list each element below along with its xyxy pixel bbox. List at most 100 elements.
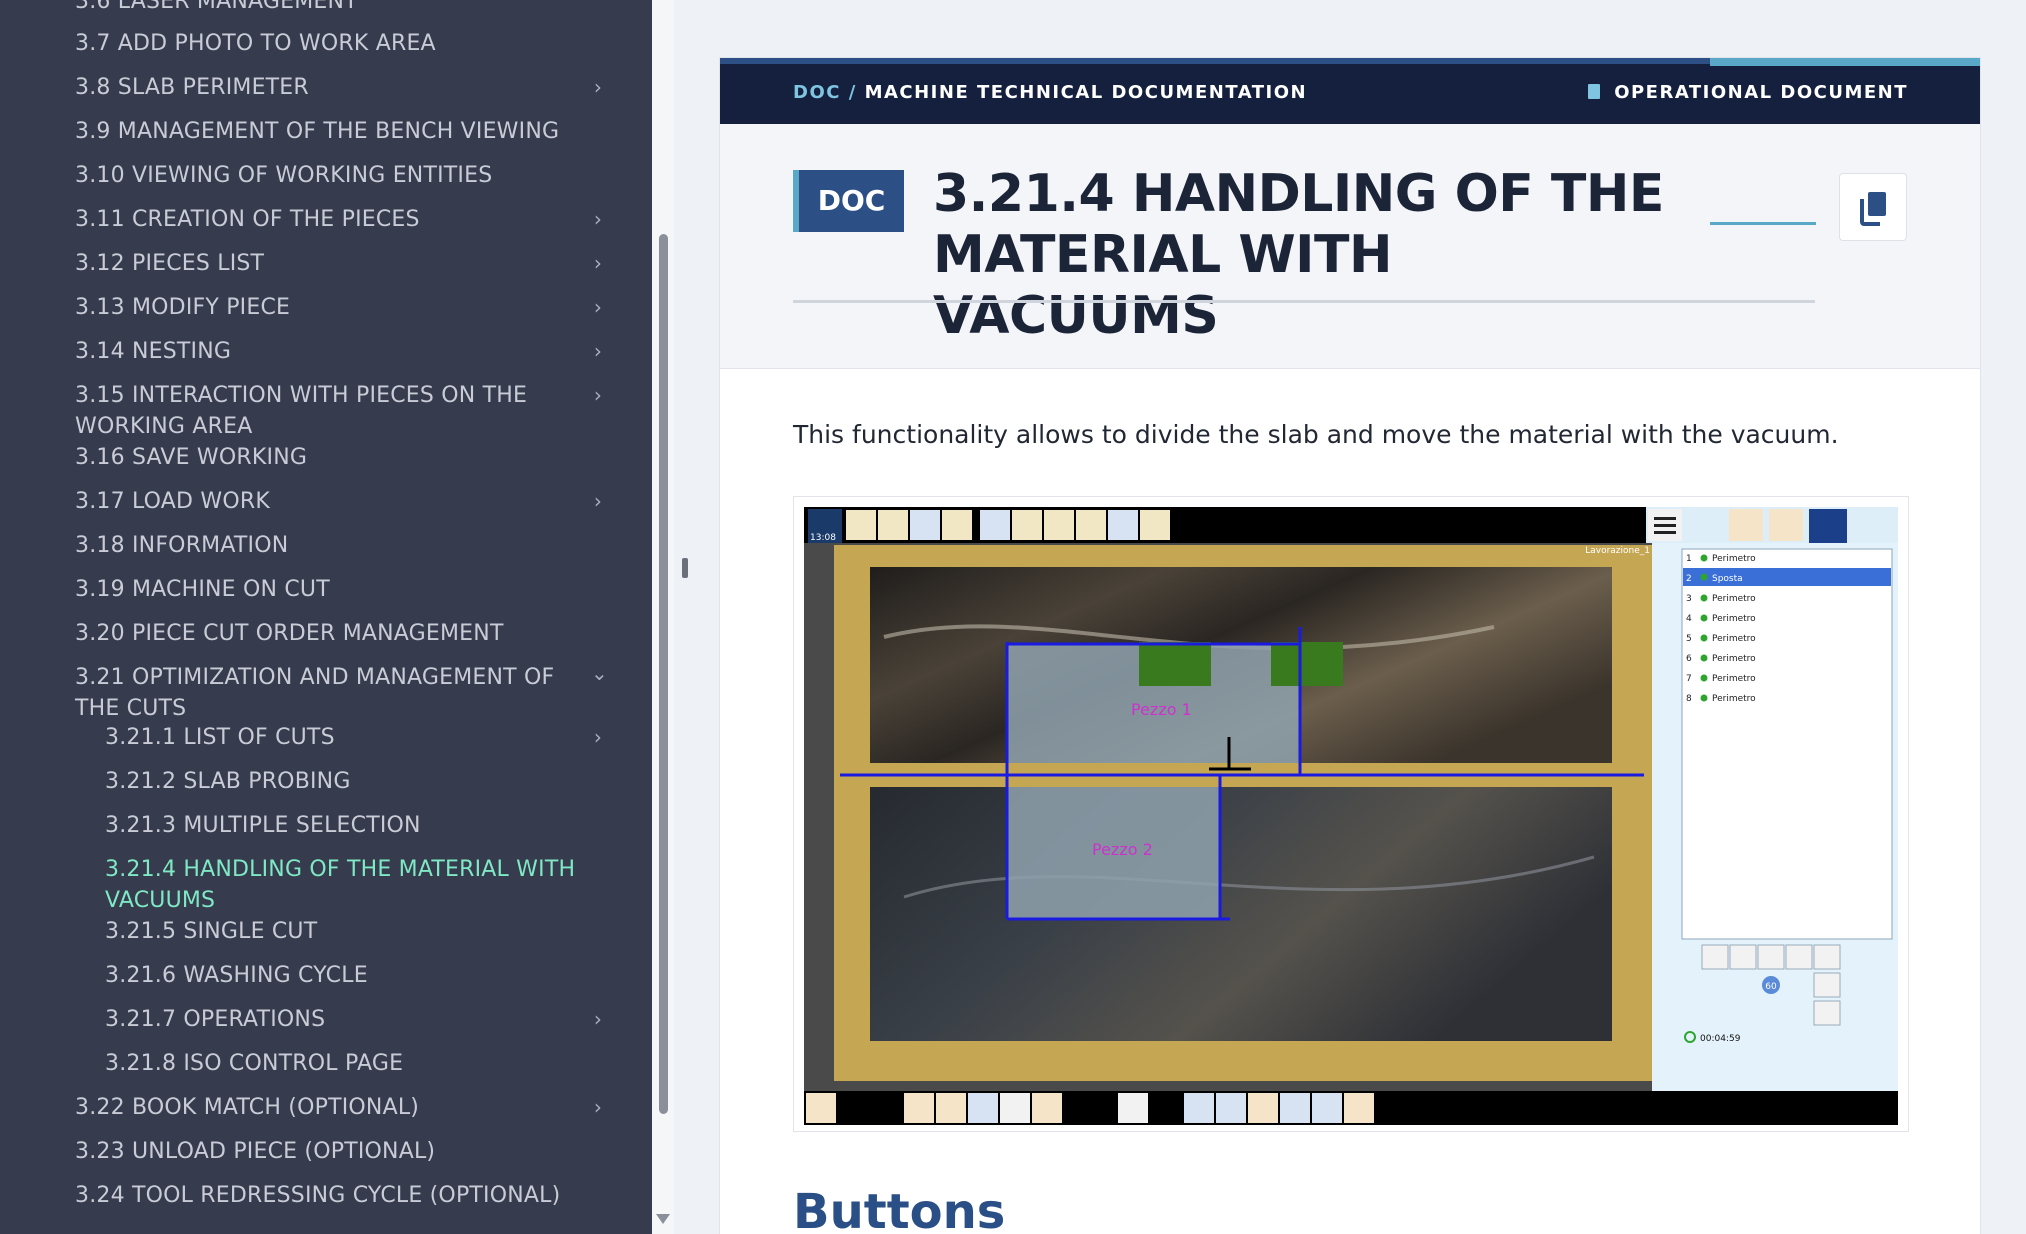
sidebar-item-label: 3.20 PIECE CUT ORDER MANAGEMENT: [75, 621, 504, 646]
machine-ui-screenshot: 13:08 Lavorazione_1 Pezzo 1 Pezzo 2 1 Pe…: [804, 507, 1898, 1125]
sidebar-item[interactable]: 3.21.5 SINGLE CUT: [105, 916, 595, 947]
sidebar-item-label: 3.12 PIECES LIST: [75, 251, 265, 276]
sidebar-item[interactable]: 3.16 SAVE WORKING: [75, 442, 595, 473]
svg-text:7: 7: [1686, 674, 1692, 684]
sidebar-item[interactable]: 3.22 BOOK MATCH (OPTIONAL) ›: [75, 1092, 602, 1123]
sidebar-item-label: 3.11 CREATION OF THE PIECES: [75, 207, 420, 232]
sidebar-item[interactable]: 3.7 ADD PHOTO TO WORK AREA: [75, 28, 595, 59]
breadcrumb-root-link[interactable]: DOC: [793, 82, 841, 103]
machine-screenshot-figure: 13:08 Lavorazione_1 Pezzo 1 Pezzo 2 1 Pe…: [793, 496, 1909, 1132]
doc-header-bar: DOC / MACHINE TECHNICAL DOCUMENTATION OP…: [720, 58, 1980, 124]
chevron-right-icon[interactable]: ›: [591, 248, 605, 279]
sidebar-item[interactable]: 3.14 NESTING ›: [75, 336, 602, 367]
doc-badge: DOC: [793, 170, 904, 232]
svg-text:6: 6: [1686, 654, 1692, 664]
sidebar-item[interactable]: 3.11 CREATION OF THE PIECES ›: [75, 204, 602, 235]
chevron-right-icon[interactable]: ›: [591, 486, 605, 517]
machine-timer: 00:04:59: [1700, 1034, 1741, 1044]
panel-resize-handle[interactable]: [682, 558, 688, 578]
chevron-right-icon[interactable]: ›: [591, 380, 605, 411]
page-title: 3.21.4 HANDLING OF THE MATERIAL WITH VAC…: [933, 164, 1693, 347]
scroll-down-arrow-icon[interactable]: [656, 1214, 670, 1224]
sidebar-item-label: 3.16 SAVE WORKING: [75, 445, 308, 470]
sidebar-item[interactable]: 3.9 MANAGEMENT OF THE BENCH VIEWING: [75, 116, 595, 147]
sidebar-item[interactable]: 3.19 MACHINE ON CUT: [75, 574, 595, 605]
svg-text:Perimetro: Perimetro: [1712, 634, 1756, 644]
svg-text:3: 3: [1686, 594, 1692, 604]
chevron-down-icon[interactable]: ⌄: [591, 658, 608, 689]
svg-text:Perimetro: Perimetro: [1712, 594, 1756, 604]
sidebar-item-label: 3.6 LASER MANAGEMENT: [75, 0, 358, 14]
section-heading-buttons: Buttons: [793, 1184, 1006, 1234]
svg-text:2: 2: [1686, 574, 1692, 584]
sidebar-scrollbar[interactable]: [652, 0, 674, 1234]
sidebar-item-label: 3.13 MODIFY PIECE: [75, 295, 291, 320]
sidebar-item[interactable]: 3.21.7 OPERATIONS ›: [105, 1004, 602, 1035]
document-panel: DOC / MACHINE TECHNICAL DOCUMENTATION OP…: [720, 58, 1980, 1234]
piece-2-label: Pezzo 2: [1092, 840, 1153, 859]
svg-text:5: 5: [1686, 634, 1692, 644]
title-accent-rule: [1710, 222, 1816, 225]
svg-text:Sposta: Sposta: [1712, 574, 1743, 584]
sidebar-item[interactable]: 3.20 PIECE CUT ORDER MANAGEMENT: [75, 618, 595, 649]
sidebar-item-label: 3.24 TOOL REDRESSING CYCLE (OPTIONAL): [75, 1183, 561, 1208]
scrollbar-thumb[interactable]: [659, 234, 668, 1114]
sidebar-item-label: 3.21.6 WASHING CYCLE: [105, 963, 368, 988]
sidebar-item[interactable]: 3.10 VIEWING OF WORKING ENTITIES: [75, 160, 595, 191]
sidebar-item[interactable]: 3.21.3 MULTIPLE SELECTION: [105, 810, 595, 841]
slab-bottom-half: [870, 787, 1612, 1041]
breadcrumb-current: MACHINE TECHNICAL DOCUMENTATION: [864, 82, 1308, 103]
breadcrumb: DOC / MACHINE TECHNICAL DOCUMENTATION: [793, 82, 1307, 103]
piece-1-label: Pezzo 1: [1131, 700, 1192, 719]
sidebar-item[interactable]: 3.21 OPTIMIZATION AND MANAGEMENT OF THE …: [75, 661, 608, 724]
page-title-line2: MATERIAL WITH VACUUMS: [933, 225, 1393, 346]
chevron-right-icon[interactable]: ›: [591, 204, 605, 235]
sidebar-nav: 3.6 LASER MANAGEMENT 3.7 ADD PHOTO TO WOR…: [0, 0, 652, 1234]
chevron-right-icon[interactable]: ›: [591, 292, 605, 323]
sidebar-item-label: 3.21.8 ISO CONTROL PAGE: [105, 1051, 404, 1076]
sidebar-item-label: 3.18 INFORMATION: [75, 533, 289, 558]
sidebar-item-label: 3.21.3 MULTIPLE SELECTION: [105, 813, 421, 838]
sidebar-item-label: 3.22 BOOK MATCH (OPTIONAL): [75, 1095, 420, 1120]
title-divider: [793, 300, 1815, 303]
title-section: DOC 3.21.4 HANDLING OF THE MATERIAL WITH…: [720, 124, 1980, 369]
sidebar-item-label: 3.21.2 SLAB PROBING: [105, 769, 351, 794]
machine-toolbar-icons: [846, 510, 1170, 540]
sidebar-item[interactable]: 3.21.1 LIST OF CUTS ›: [105, 722, 602, 753]
doc-type-label: OPERATIONAL DOCUMENT: [1588, 82, 1908, 103]
sidebar-item[interactable]: 3.17 LOAD WORK ›: [75, 486, 602, 517]
sidebar-item[interactable]: 3.15 INTERACTION WITH PIECES ON THE WORK…: [75, 380, 602, 442]
page-title-line1: 3.21.4 HANDLING OF THE: [933, 164, 1664, 224]
doc-type-text: OPERATIONAL DOCUMENT: [1614, 82, 1908, 103]
chevron-right-icon[interactable]: ›: [591, 722, 605, 753]
sidebar-item-label: 3.21 OPTIMIZATION AND MANAGEMENT OF THE …: [75, 665, 555, 721]
document-icon: [1588, 84, 1601, 99]
sidebar-item[interactable]: 3.21.4 HANDLING OF THE MATERIAL WITH VAC…: [105, 854, 595, 916]
sidebar-item[interactable]: 3.6 LASER MANAGEMENT: [75, 0, 595, 17]
svg-text:Perimetro: Perimetro: [1712, 654, 1756, 664]
header-accent-highlight: [1710, 58, 1980, 66]
sidebar-item[interactable]: 3.18 INFORMATION: [75, 530, 595, 561]
sidebar-item-label: 3.10 VIEWING OF WORKING ENTITIES: [75, 163, 493, 188]
sidebar-item[interactable]: 3.8 SLAB PERIMETER ›: [75, 72, 602, 103]
sidebar-item-label: 3.9 MANAGEMENT OF THE BENCH VIEWING: [75, 119, 560, 144]
sidebar-item-label: 3.21.7 OPERATIONS: [105, 1007, 326, 1032]
copy-button[interactable]: [1839, 173, 1907, 241]
sidebar-item[interactable]: 3.21.6 WASHING CYCLE: [105, 960, 595, 991]
sidebar-item[interactable]: 3.24 TOOL REDRESSING CYCLE (OPTIONAL): [75, 1180, 595, 1211]
chevron-right-icon[interactable]: ›: [591, 72, 605, 103]
sidebar-item-label: 3.21.4 HANDLING OF THE MATERIAL WITH VAC…: [105, 857, 576, 913]
vacuum-2: [1271, 642, 1343, 686]
chevron-right-icon[interactable]: ›: [591, 1092, 605, 1123]
breadcrumb-separator: /: [840, 82, 865, 103]
sidebar-item[interactable]: 3.23 UNLOAD PIECE (OPTIONAL): [75, 1136, 595, 1167]
sidebar-item[interactable]: 3.12 PIECES LIST ›: [75, 248, 602, 279]
sidebar-item[interactable]: 3.13 MODIFY PIECE ›: [75, 292, 602, 323]
svg-text:1: 1: [1686, 554, 1692, 564]
svg-text:8: 8: [1686, 694, 1692, 704]
sidebar-item[interactable]: 3.21.8 ISO CONTROL PAGE: [105, 1048, 595, 1079]
chevron-right-icon[interactable]: ›: [591, 336, 605, 367]
sidebar-item[interactable]: 3.21.2 SLAB PROBING: [105, 766, 595, 797]
chevron-right-icon[interactable]: ›: [591, 1004, 605, 1035]
copy-icon: [1860, 192, 1886, 226]
